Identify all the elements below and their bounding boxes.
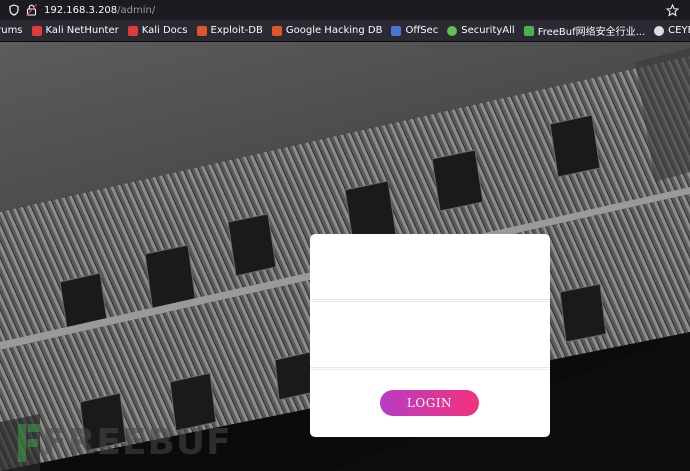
bookmark-star-icon[interactable]	[665, 2, 680, 17]
login-button[interactable]: LOGIN	[380, 390, 479, 416]
url-path: /admin/	[117, 4, 156, 16]
bookmark-label: orums	[0, 25, 23, 36]
field-divider	[310, 369, 550, 370]
bookmark-item[interactable]: CEYE - Monitor servic...	[654, 25, 690, 36]
bookmark-item[interactable]: OffSec	[391, 25, 438, 36]
kali-icon	[127, 25, 138, 36]
bookmark-label: CEYE - Monitor servic...	[668, 25, 690, 36]
securityall-icon	[447, 25, 458, 36]
bookmark-label: Kali NetHunter	[45, 25, 119, 36]
bookmark-item[interactable]: SecurityAll	[447, 25, 515, 36]
username-input[interactable]	[310, 234, 550, 300]
password-input[interactable]	[310, 302, 550, 368]
ceye-icon	[654, 25, 665, 36]
bookmark-item[interactable]: Kali Docs	[127, 25, 188, 36]
ghdb-icon	[271, 25, 282, 36]
bookmarks-toolbar: orums Kali NetHunter Kali Docs Exploit-DB Go…	[0, 20, 690, 42]
bookmark-item[interactable]: orums	[0, 25, 23, 36]
exploitdb-icon	[196, 25, 207, 36]
offsec-icon	[391, 25, 402, 36]
bookmark-item[interactable]: Exploit-DB	[196, 25, 263, 36]
bookmark-label: Kali Docs	[141, 25, 188, 36]
url-host: 192.168.3.208	[44, 4, 118, 16]
freebuf-logo-icon	[18, 424, 40, 462]
bookmark-label: Exploit-DB	[210, 25, 263, 36]
tracking-protection-shield-icon[interactable]	[6, 4, 22, 16]
login-card: LOGIN	[310, 234, 550, 437]
bookmark-label: SecurityAll	[461, 25, 515, 36]
bookmark-label: FreeBuf网络安全行业...	[537, 27, 646, 38]
bookmark-label: Google Hacking DB	[285, 25, 383, 36]
bookmark-item[interactable]: Google Hacking DB	[271, 25, 383, 36]
page-content: LOGIN FREEBUF	[0, 42, 690, 471]
watermark-text: FREEBUF	[42, 422, 232, 463]
bookmark-label: OffSec	[405, 25, 439, 36]
freebuf-watermark: FREEBUF	[18, 424, 232, 462]
kali-icon	[31, 25, 42, 36]
freebuf-icon	[523, 25, 534, 36]
address-bar[interactable]: 192.168.3.208/admin/	[0, 0, 690, 20]
url-text[interactable]: 192.168.3.208/admin/	[44, 5, 155, 16]
bookmark-item[interactable]: Kali NetHunter	[31, 25, 119, 36]
bookmark-item[interactable]: FreeBuf网络安全行业...	[523, 23, 646, 38]
insecure-lock-icon[interactable]	[24, 4, 38, 16]
